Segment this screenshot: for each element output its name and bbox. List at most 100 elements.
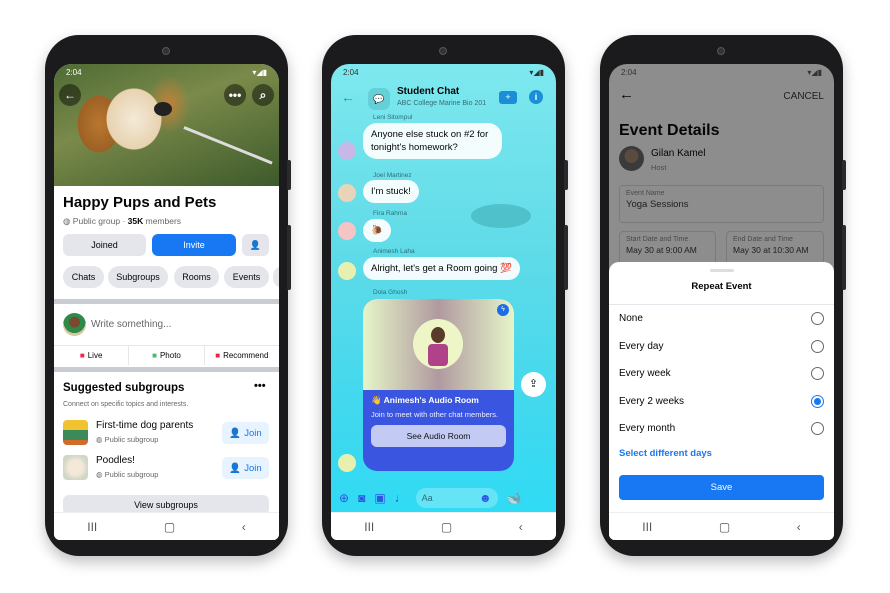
suggested-title: Suggested subgroups: [63, 382, 185, 394]
sender-name: Joel Martinez: [373, 172, 412, 179]
video-call-icon[interactable]: +: [499, 91, 517, 104]
back-button[interactable]: ←: [619, 86, 634, 103]
message-input[interactable]: Aa ☻: [415, 488, 498, 508]
save-button[interactable]: Save: [619, 475, 824, 500]
see-audio-room-button[interactable]: See Audio Room: [371, 425, 506, 447]
globe-icon: ◍: [63, 216, 71, 226]
share-button[interactable]: ⇪: [521, 372, 546, 397]
option-every-month[interactable]: Every month: [619, 418, 824, 438]
option-every-2-weeks[interactable]: Every 2 weeks: [619, 391, 824, 411]
tab-rooms[interactable]: Rooms: [174, 266, 219, 288]
message-bubble: Alright, let's get a Room going 💯: [363, 257, 520, 280]
page-title: Event Details: [619, 122, 720, 139]
add-member-button[interactable]: 👤: [242, 234, 269, 256]
group-meta: ◍ Public group · 35K members: [63, 216, 182, 226]
sticker-icon[interactable]: 🐋: [507, 491, 522, 505]
live-button[interactable]: ■ Live: [54, 346, 130, 365]
more-icon[interactable]: •••: [254, 380, 266, 392]
video-icon: ■: [79, 351, 85, 360]
sender-name: Animesh Laha: [373, 248, 415, 255]
audio-room-card: ϟ 👋 Animesh's Audio Room Join to meet wi…: [363, 299, 514, 471]
event-screen: 2:04 ▾◢▮ ← CANCEL Event Details Gilan Kam…: [609, 64, 834, 540]
subgroup-thumb: [63, 420, 88, 445]
select-days-link[interactable]: Select different days: [619, 448, 712, 459]
recommend-button[interactable]: ■ Recommend: [205, 346, 279, 365]
signal-icon: ▾◢▮: [252, 68, 267, 77]
status-time: 2:04: [343, 68, 359, 77]
person-add-icon: 👤: [249, 239, 262, 250]
chat-screen: 2:04 ▾◢▮ ← 💬 Student Chat ABC College Mar…: [331, 64, 556, 540]
recents-button[interactable]: III: [364, 520, 374, 534]
radio-button[interactable]: [811, 311, 824, 325]
recents-button[interactable]: III: [87, 520, 97, 534]
search-button[interactable]: ⌕: [252, 84, 274, 106]
person-add-icon: 👤: [229, 462, 242, 474]
sheet-handle[interactable]: [710, 269, 734, 272]
info-icon[interactable]: i: [529, 90, 543, 104]
join-button[interactable]: 👤 Join: [222, 457, 269, 479]
option-every-day[interactable]: Every day: [619, 336, 824, 356]
back-nav-button[interactable]: ‹: [797, 520, 801, 534]
radio-button[interactable]: [811, 339, 824, 353]
radio-button[interactable]: [811, 421, 824, 435]
mic-icon[interactable]: ♩: [395, 491, 407, 505]
avatar: [338, 262, 356, 280]
android-navbar: III ▢ ‹: [54, 512, 279, 540]
option-every-week[interactable]: Every week: [619, 363, 824, 383]
back-button[interactable]: ←: [341, 89, 355, 105]
back-nav-button[interactable]: ‹: [242, 520, 246, 534]
sender-name: Fira Rahma: [373, 210, 407, 217]
tab-events[interactable]: Events: [224, 266, 269, 288]
back-button[interactable]: ←: [59, 84, 81, 106]
divider: [54, 299, 279, 304]
group-title: Happy Pups and Pets: [63, 194, 217, 211]
tab-subgroups[interactable]: Subgroups: [108, 266, 168, 288]
cancel-button[interactable]: CANCEL: [783, 91, 824, 102]
home-button[interactable]: ▢: [164, 520, 175, 534]
avatar: [338, 142, 356, 160]
phone-messenger: 2:04 ▾◢▮ ← 💬 Student Chat ABC College Mar…: [322, 35, 568, 556]
more-button[interactable]: •••: [224, 84, 246, 106]
tab-more[interactable]: [273, 266, 279, 288]
leash: [183, 126, 273, 165]
subgroup-name: First-time dog parents: [96, 420, 194, 431]
group-screen: 2:04 ▾◢▮ ← ••• ⌕ Happy Pups and Pets ◍ Pu…: [54, 64, 279, 540]
chat-icon: 💬: [368, 88, 390, 110]
phone-groups: 2:04 ▾◢▮ ← ••• ⌕ Happy Pups and Pets ◍ Pu…: [45, 35, 291, 556]
host-avatar: [413, 319, 463, 369]
subgroup-type: ◍ Public subgroup: [96, 435, 159, 444]
back-nav-button[interactable]: ‹: [519, 520, 523, 534]
status-time: 2:04: [621, 68, 637, 77]
android-navbar: III ▢ ‹: [331, 512, 556, 540]
join-button[interactable]: 👤 Join: [222, 422, 269, 444]
joined-button[interactable]: Joined: [63, 234, 146, 256]
chat-title: Student Chat: [397, 86, 460, 97]
home-button[interactable]: ▢: [441, 520, 452, 534]
camera-icon[interactable]: ◙: [358, 491, 365, 505]
gallery-icon[interactable]: ▣: [374, 491, 385, 505]
home-button[interactable]: ▢: [719, 520, 730, 534]
room-title: 👋 Animesh's Audio Room: [371, 395, 479, 405]
messenger-icon: ϟ: [497, 304, 509, 316]
subgroup-thumb: [63, 455, 88, 480]
tab-chats[interactable]: Chats: [63, 266, 104, 288]
option-none[interactable]: None: [619, 308, 824, 328]
sheet-title: Repeat Event: [691, 281, 752, 292]
avatar: [338, 184, 356, 202]
radio-button[interactable]: [811, 366, 824, 380]
recents-button[interactable]: III: [642, 520, 652, 534]
android-navbar: III ▢ ‹: [609, 512, 834, 540]
divider: [609, 304, 834, 305]
radio-button-selected[interactable]: [811, 394, 824, 408]
emoji-icon[interactable]: ☻: [479, 491, 492, 505]
invite-button[interactable]: Invite: [152, 234, 236, 256]
photo-button[interactable]: ■ Photo: [129, 346, 205, 365]
plus-icon[interactable]: ⊕: [339, 491, 349, 505]
composer-input[interactable]: Write something...: [91, 319, 171, 330]
room-preview: ϟ: [363, 299, 514, 390]
subgroup-type: ◍ Public subgroup: [96, 470, 159, 479]
host-name: Gilan Kamel: [651, 148, 706, 159]
signal-icon: ▾◢▮: [807, 68, 822, 77]
event-name-field[interactable]: Event Name Yoga Sessions: [619, 185, 824, 223]
repeat-event-sheet: Repeat Event None Every day Every week E…: [609, 262, 834, 540]
